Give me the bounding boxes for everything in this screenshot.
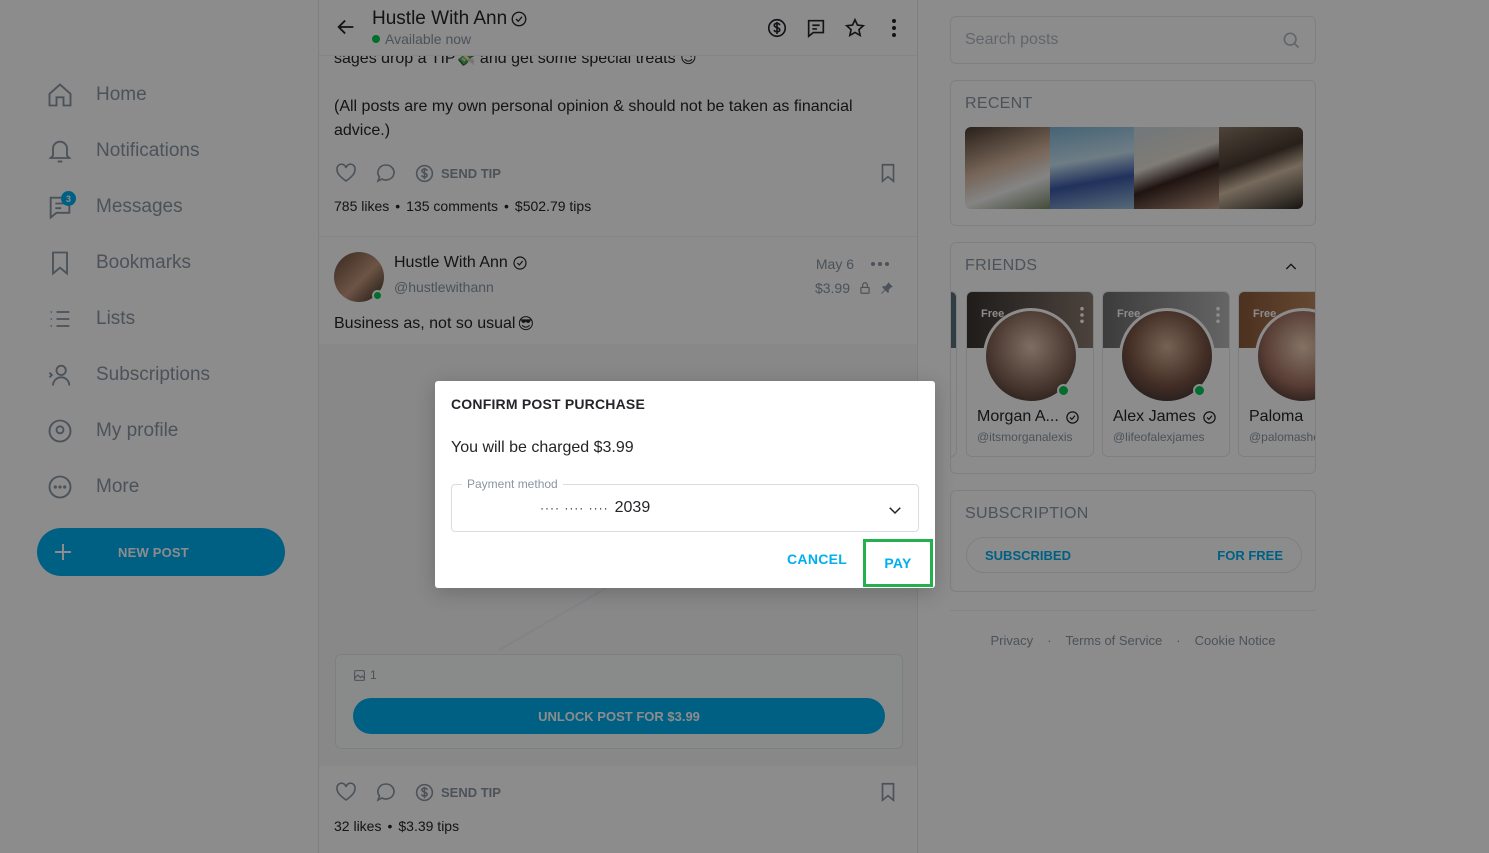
pay-button[interactable]: PAY — [863, 539, 933, 587]
cancel-button[interactable]: CANCEL — [787, 551, 847, 567]
payment-method-label: Payment method — [462, 477, 563, 491]
confirm-purchase-dialog: CONFIRM POST PURCHASE You will be charge… — [435, 381, 935, 588]
dialog-title: CONFIRM POST PURCHASE — [451, 396, 645, 412]
dialog-message: You will be charged $3.99 — [451, 439, 634, 456]
payment-method-select[interactable]: Payment method ···· ···· ···· 2039 — [451, 477, 919, 532]
chevron-down-icon[interactable] — [886, 501, 904, 519]
payment-method-value: ···· ···· ···· 2039 — [540, 499, 651, 516]
